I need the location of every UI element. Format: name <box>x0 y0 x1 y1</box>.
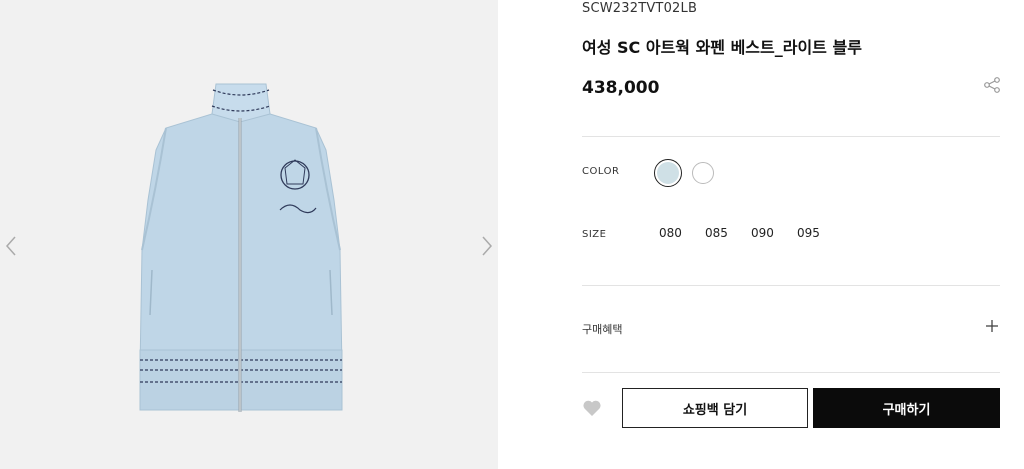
color-swatch-light-blue[interactable] <box>654 159 682 187</box>
chevron-right-icon <box>482 236 493 256</box>
heart-icon <box>583 400 601 416</box>
product-info-panel: SCW232TVT02LB 여성 SC 아트웍 와펜 베스트_라이트 블루 43… <box>582 0 1002 469</box>
product-title: 여성 SC 아트웍 와펜 베스트_라이트 블루 <box>582 38 862 57</box>
product-sku: SCW232TVT02LB <box>582 1 698 16</box>
color-label: COLOR <box>582 166 620 177</box>
next-image-button[interactable] <box>480 234 494 258</box>
prev-image-button[interactable] <box>4 234 18 258</box>
product-gallery <box>0 0 498 469</box>
purchase-benefits-label[interactable]: 구매혜택 <box>582 321 622 337</box>
divider <box>582 285 1000 286</box>
share-button[interactable] <box>983 76 1001 98</box>
buy-now-button[interactable]: 구매하기 <box>813 388 1000 428</box>
color-swatch-white[interactable] <box>692 162 714 184</box>
size-option-090[interactable]: 090 <box>751 226 797 240</box>
size-options: 080 085 090 095 <box>659 226 843 240</box>
size-label: SIZE <box>582 229 607 240</box>
chevron-left-icon <box>5 236 16 256</box>
color-swatch-fill <box>657 162 679 184</box>
size-option-085[interactable]: 085 <box>705 226 751 240</box>
divider <box>582 136 1000 137</box>
add-to-cart-button[interactable]: 쇼핑백 담기 <box>622 388 808 428</box>
share-icon <box>984 77 1000 93</box>
divider <box>582 372 1000 373</box>
size-option-095[interactable]: 095 <box>797 226 843 240</box>
product-price: 438,000 <box>582 78 660 98</box>
wishlist-button[interactable] <box>582 399 602 421</box>
expand-benefits-button[interactable] <box>985 318 999 337</box>
product-image <box>139 83 343 412</box>
plus-icon <box>986 320 998 332</box>
size-option-080[interactable]: 080 <box>659 226 705 240</box>
